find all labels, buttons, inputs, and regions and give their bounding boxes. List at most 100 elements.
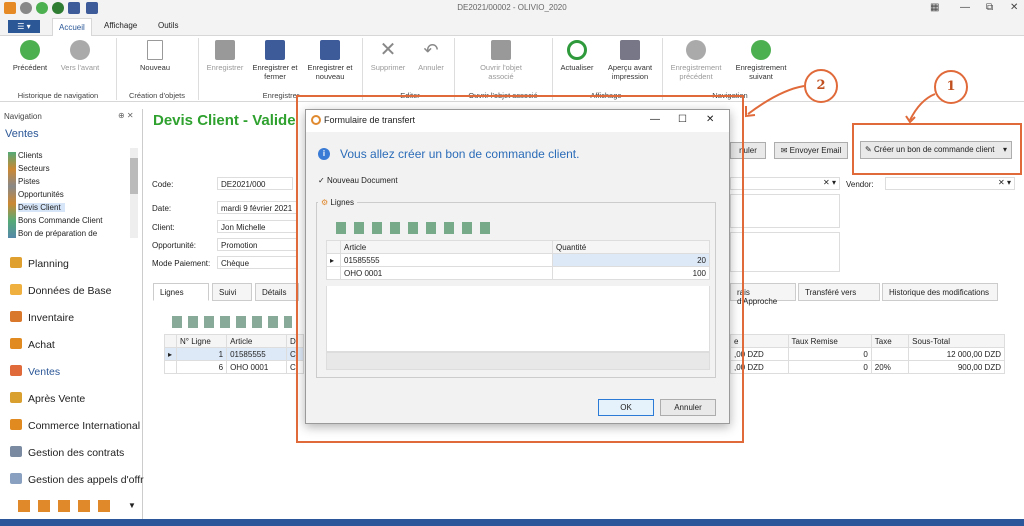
group-separator xyxy=(116,38,117,100)
tab-accueil[interactable]: Accueil xyxy=(52,18,92,37)
field-paiement[interactable]: Chèque xyxy=(217,256,297,269)
planning-icon xyxy=(10,257,22,268)
scroll-thumb[interactable] xyxy=(130,158,138,194)
refresh-quick-icon[interactable] xyxy=(52,2,64,14)
nav-group-commerce[interactable]: Commerce International xyxy=(10,419,140,432)
table-row[interactable]: ,00 DZD 0 20% 900,00 DZD xyxy=(730,360,1005,374)
new-document-icon xyxy=(147,40,163,60)
open-associated-button[interactable]: Ouvrir l'objet associé xyxy=(468,40,534,81)
tab-affichage[interactable]: Affichage xyxy=(104,21,137,30)
close-icon[interactable]: ✕ xyxy=(1010,2,1018,13)
tab-lignes[interactable]: Lignes xyxy=(153,283,209,301)
grid-toolbar[interactable] xyxy=(172,316,292,328)
save-close-quick-icon[interactable] xyxy=(86,2,98,14)
refresh-button[interactable]: Actualiser xyxy=(556,40,598,72)
app-logo-icon xyxy=(4,2,16,14)
notes-area-2[interactable] xyxy=(730,232,840,272)
minimize-icon[interactable]: — xyxy=(960,2,970,13)
save-close-button[interactable]: Enregistrer et fermer xyxy=(252,40,298,81)
field-client[interactable]: Jon Michelle xyxy=(217,220,297,233)
after-sales-icon xyxy=(10,392,22,403)
nav-item-clients[interactable]: Clients xyxy=(18,151,42,160)
back-quick-icon[interactable] xyxy=(20,2,32,14)
clear-chevron-icon[interactable]: ✕ ▾ xyxy=(998,178,1011,187)
nav-group-achat[interactable]: Achat xyxy=(10,338,55,351)
tenders-icon xyxy=(10,473,22,484)
arrow-left-icon xyxy=(20,40,40,60)
tab-historique[interactable]: Historique des modifications xyxy=(882,283,998,301)
nav-group-contrats[interactable]: Gestion des contrats xyxy=(10,446,124,459)
nav-item-pistes[interactable]: Pistes xyxy=(18,177,40,186)
group-label-create: Création d'objets xyxy=(128,91,186,100)
refresh-icon xyxy=(567,40,587,60)
chevron-down-icon[interactable]: ▼ xyxy=(128,501,136,510)
arrow-down-icon xyxy=(751,40,771,60)
field-code[interactable]: DE2021/000 xyxy=(217,177,293,190)
nav-group-planning[interactable]: Planning xyxy=(10,257,69,270)
tab-suivi[interactable]: Suivi xyxy=(212,283,252,301)
forward-button[interactable]: Vers l'avant xyxy=(54,40,106,72)
send-email-button[interactable]: ✉ Envoyer Email xyxy=(774,142,848,159)
nav-group-apres-vente[interactable]: Après Vente xyxy=(10,392,85,405)
window-title: DE2021/00002 - OLIVIO_2020 xyxy=(457,3,567,12)
save-quick-icon[interactable] xyxy=(68,2,80,14)
file-menu-button[interactable]: ☰ ▾ xyxy=(8,20,40,33)
save-new-button[interactable]: Enregistrer et nouveau xyxy=(302,40,358,81)
nav-small-icons[interactable] xyxy=(18,500,118,512)
cancel-edit-button[interactable]: ↶ Annuler xyxy=(412,40,450,72)
nav-group-inventaire[interactable]: Inventaire xyxy=(10,311,74,324)
nav-item-secteurs[interactable]: Secteurs xyxy=(18,164,50,173)
save-close-icon xyxy=(265,40,285,60)
nav-item-bon-preparation[interactable]: Bon de préparation de xyxy=(18,229,97,238)
field-opportunite[interactable]: Promotion xyxy=(217,238,297,251)
lines-grid-right: e Taux Remise Taxe Sous-Total ,00 DZD 0 12 00… xyxy=(730,334,1005,374)
undo-icon: ↶ xyxy=(423,40,439,60)
page-title: Devis Client - Valide xyxy=(153,112,296,129)
nav-item-devis-client[interactable]: Devis Client xyxy=(18,203,65,212)
table-row[interactable]: 6 OHO 0001 C xyxy=(164,360,304,374)
vendor-select[interactable]: ✕ ▾ xyxy=(885,177,1015,190)
lines-grid: N° Ligne Article D ▸ 1 01585555 C 6 OHO 0001 C xyxy=(164,334,304,374)
table-row[interactable]: ▸ 1 01585555 C xyxy=(164,347,304,361)
contracts-icon xyxy=(10,446,22,457)
notes-area[interactable] xyxy=(730,194,840,228)
nav-item-bons-commande[interactable]: Bons Commande Client xyxy=(18,216,102,225)
print-preview-button[interactable]: Aperçu avant impression xyxy=(600,40,660,81)
email-icon: ✉ xyxy=(780,146,790,155)
delete-icon: ✕ xyxy=(379,39,397,61)
forward-quick-icon[interactable] xyxy=(36,2,48,14)
pin-icon[interactable]: ⊕ ✕ xyxy=(118,111,134,120)
tab-outils[interactable]: Outils xyxy=(158,21,178,30)
arrow-up-icon xyxy=(686,40,706,60)
cart-icon xyxy=(10,338,22,349)
dropdown-field[interactable]: ✕ ▾ xyxy=(730,177,840,190)
save-button[interactable]: Enregistrer xyxy=(202,40,248,72)
new-button[interactable]: Nouveau xyxy=(128,40,182,72)
nav-scrollbar[interactable] xyxy=(130,148,138,238)
next-record-button[interactable]: Enregistrement suivant xyxy=(730,40,792,81)
nav-group-appels[interactable]: Gestion des appels d'offr xyxy=(10,473,144,486)
save-icon xyxy=(215,40,235,60)
annotation-arrow-2 xyxy=(745,85,805,118)
restore-icon[interactable]: ⧉ xyxy=(986,2,993,13)
tab-transfere[interactable]: Transféré vers xyxy=(798,283,880,301)
delete-button[interactable]: ✕ Supprimer xyxy=(366,40,410,72)
ribbon-options-icon[interactable]: ▦ xyxy=(930,2,939,13)
nav-group-donnees[interactable]: Données de Base xyxy=(10,284,111,297)
previous-button[interactable]: Précédent xyxy=(8,40,52,72)
nav-pane-header: Navigation xyxy=(4,112,42,121)
group-separator xyxy=(552,38,553,100)
previous-record-button[interactable]: Enregistrement précédent xyxy=(666,40,726,81)
annotation-box-1 xyxy=(852,123,1022,175)
save-new-icon xyxy=(320,40,340,60)
annotation-box-2 xyxy=(296,95,744,443)
clear-chevron-icon[interactable]: ✕ ▾ xyxy=(823,178,836,187)
group-separator xyxy=(198,38,199,100)
nav-item-opportunites[interactable]: Opportunités xyxy=(18,190,64,199)
field-date[interactable]: mardi 9 février 2021 xyxy=(217,201,297,214)
nav-group-ventes[interactable]: Ventes xyxy=(10,365,60,378)
inventory-icon xyxy=(10,311,22,322)
table-row[interactable]: ,00 DZD 0 12 000,00 DZD xyxy=(730,347,1005,361)
title-bar: DE2021/00002 - OLIVIO_2020 xyxy=(0,0,1024,18)
tab-details[interactable]: Détails xyxy=(255,283,299,301)
